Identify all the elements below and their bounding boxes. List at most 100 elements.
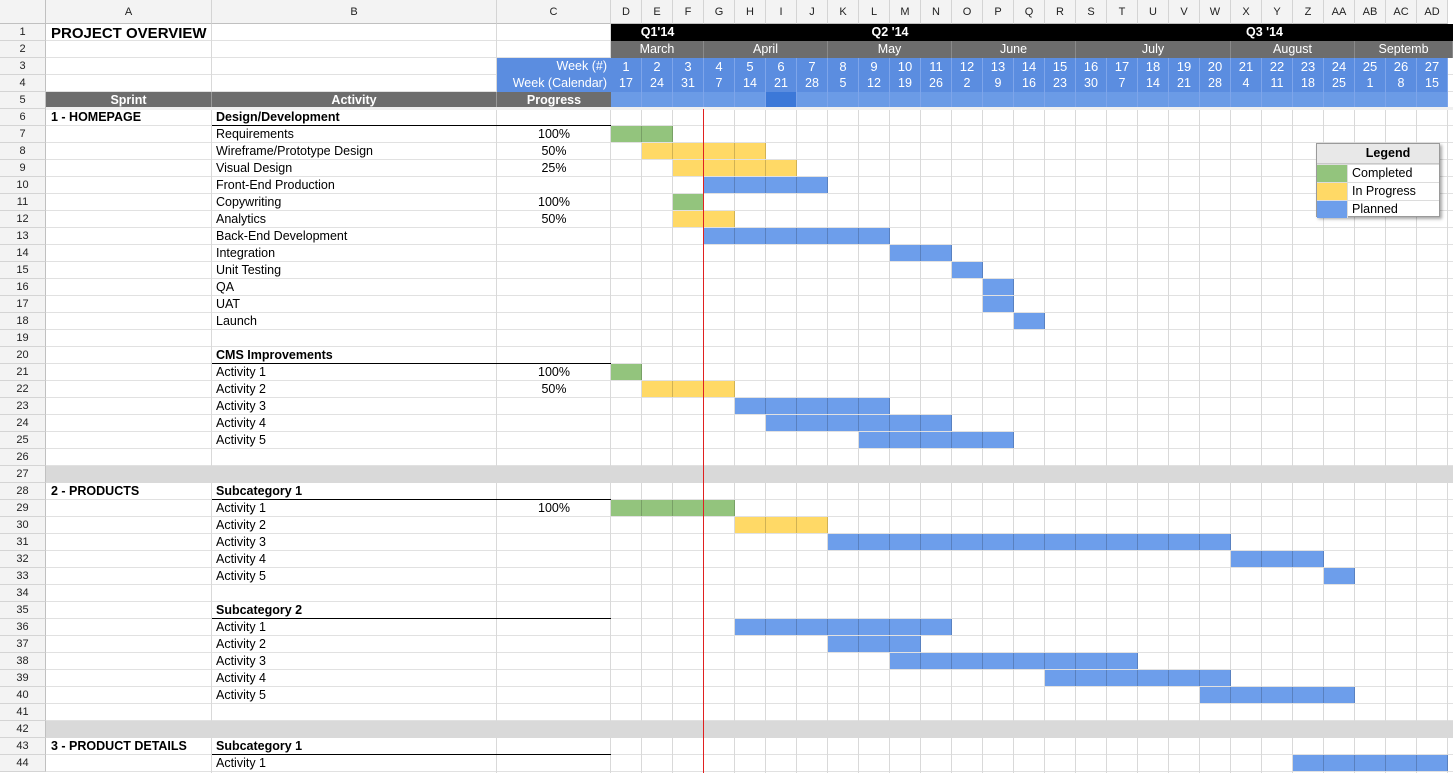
gantt-bar-planned[interactable] (797, 228, 828, 244)
gantt-bar-planned[interactable] (921, 653, 952, 669)
column-header[interactable]: F (673, 0, 704, 24)
row-header[interactable]: 14 (0, 245, 46, 262)
row-header[interactable]: 39 (0, 670, 46, 687)
gantt-bar-planned[interactable] (1107, 534, 1138, 550)
activity-name[interactable]: Back-End Development (212, 228, 497, 245)
week-date-cell[interactable]: 24 (642, 75, 673, 92)
row-header[interactable]: 23 (0, 398, 46, 415)
week-date-cell[interactable]: 23 (1045, 75, 1076, 92)
row-header[interactable]: 41 (0, 704, 46, 721)
activity-name[interactable]: Activity 4 (212, 551, 497, 568)
row-header[interactable]: 25 (0, 432, 46, 449)
progress-value[interactable]: 100% (497, 194, 611, 211)
select-all-corner[interactable] (0, 0, 46, 24)
week-number-cell[interactable]: 21 (1231, 58, 1262, 75)
column-header[interactable]: R (1045, 0, 1076, 24)
progress-value[interactable]: 50% (497, 211, 611, 228)
row-header[interactable]: 38 (0, 653, 46, 670)
row-header[interactable]: 9 (0, 160, 46, 177)
gantt-bar-in-progress[interactable] (673, 160, 704, 176)
gantt-bar-planned[interactable] (1138, 534, 1169, 550)
gantt-bar-in-progress[interactable] (704, 160, 735, 176)
gantt-bar-planned[interactable] (1045, 534, 1076, 550)
gantt-bar-in-progress[interactable] (735, 143, 766, 159)
gantt-bar-planned[interactable] (1169, 534, 1200, 550)
gantt-bar-planned[interactable] (797, 415, 828, 431)
row-header[interactable]: 27 (0, 466, 46, 483)
gantt-bar-completed[interactable] (642, 500, 673, 516)
gantt-bar-planned[interactable] (797, 398, 828, 414)
week-number-cell[interactable]: 8 (828, 58, 859, 75)
column-header[interactable]: T (1107, 0, 1138, 24)
week-number-cell[interactable]: 23 (1293, 58, 1324, 75)
row-header[interactable]: 40 (0, 687, 46, 704)
week-number-cell[interactable]: 14 (1014, 58, 1045, 75)
column-header[interactable]: Q (1014, 0, 1045, 24)
row-header[interactable]: 44 (0, 755, 46, 772)
gantt-bar-planned[interactable] (1324, 687, 1355, 703)
row-header[interactable]: 30 (0, 517, 46, 534)
week-date-cell[interactable]: 26 (921, 75, 952, 92)
gantt-bar-planned[interactable] (766, 619, 797, 635)
gantt-bar-planned[interactable] (735, 619, 766, 635)
gantt-bar-planned[interactable] (859, 432, 890, 448)
gantt-bar-completed[interactable] (611, 126, 642, 142)
activity-name[interactable]: Activity 2 (212, 381, 497, 398)
activity-name[interactable]: QA (212, 279, 497, 296)
activity-name[interactable]: UAT (212, 296, 497, 313)
activity-name[interactable]: Activity 5 (212, 568, 497, 585)
progress-value[interactable]: 100% (497, 364, 611, 381)
gantt-bar-planned[interactable] (890, 415, 921, 431)
row-header[interactable]: 16 (0, 279, 46, 296)
gantt-bar-planned[interactable] (859, 619, 890, 635)
gantt-bar-planned[interactable] (828, 398, 859, 414)
gantt-bar-planned[interactable] (1200, 534, 1231, 550)
week-number-cell[interactable]: 4 (704, 58, 735, 75)
week-number-cell[interactable]: 22 (1262, 58, 1293, 75)
row-header[interactable]: 17 (0, 296, 46, 313)
column-header[interactable]: A (46, 0, 212, 24)
week-date-cell[interactable]: 12 (859, 75, 890, 92)
gantt-bar-planned[interactable] (983, 279, 1014, 295)
gantt-bar-in-progress[interactable] (642, 381, 673, 397)
row-header[interactable]: 2 (0, 41, 46, 58)
column-header[interactable]: W (1200, 0, 1231, 24)
week-date-cell[interactable]: 19 (890, 75, 921, 92)
gantt-bar-planned[interactable] (890, 534, 921, 550)
gantt-bar-in-progress[interactable] (735, 160, 766, 176)
gantt-bar-planned[interactable] (921, 245, 952, 261)
gantt-bar-planned[interactable] (766, 177, 797, 193)
gantt-bar-in-progress[interactable] (735, 517, 766, 533)
week-date-cell[interactable]: 21 (1169, 75, 1200, 92)
gantt-bar-completed[interactable] (673, 194, 704, 210)
week-date-cell[interactable]: 2 (952, 75, 983, 92)
gantt-bar-completed[interactable] (673, 500, 704, 516)
week-date-cell[interactable]: 16 (1014, 75, 1045, 92)
week-number-cell[interactable]: 19 (1169, 58, 1200, 75)
row-header[interactable]: 36 (0, 619, 46, 636)
row-header[interactable]: 1 (0, 24, 46, 41)
gantt-bar-planned[interactable] (735, 398, 766, 414)
gantt-bar-planned[interactable] (952, 262, 983, 278)
week-number-cell[interactable]: 24 (1324, 58, 1355, 75)
week-number-cell[interactable]: 18 (1138, 58, 1169, 75)
column-header[interactable]: B (212, 0, 497, 24)
column-header[interactable]: C (497, 0, 611, 24)
row-header[interactable]: 35 (0, 602, 46, 619)
gantt-bar-completed[interactable] (611, 364, 642, 380)
column-header[interactable]: AC (1386, 0, 1417, 24)
activity-name[interactable]: Analytics (212, 211, 497, 228)
gantt-bar-planned[interactable] (1355, 755, 1386, 771)
week-date-cell[interactable]: 31 (673, 75, 704, 92)
row-header[interactable]: 12 (0, 211, 46, 228)
column-header[interactable]: U (1138, 0, 1169, 24)
gantt-bar-in-progress[interactable] (704, 211, 735, 227)
week-date-cell[interactable]: 9 (983, 75, 1014, 92)
gantt-bar-planned[interactable] (828, 534, 859, 550)
column-header[interactable]: L (859, 0, 890, 24)
gantt-bar-planned[interactable] (704, 177, 735, 193)
gantt-bar-planned[interactable] (766, 398, 797, 414)
row-header[interactable]: 26 (0, 449, 46, 466)
gantt-bar-planned[interactable] (1293, 551, 1324, 567)
gantt-bar-in-progress[interactable] (766, 160, 797, 176)
